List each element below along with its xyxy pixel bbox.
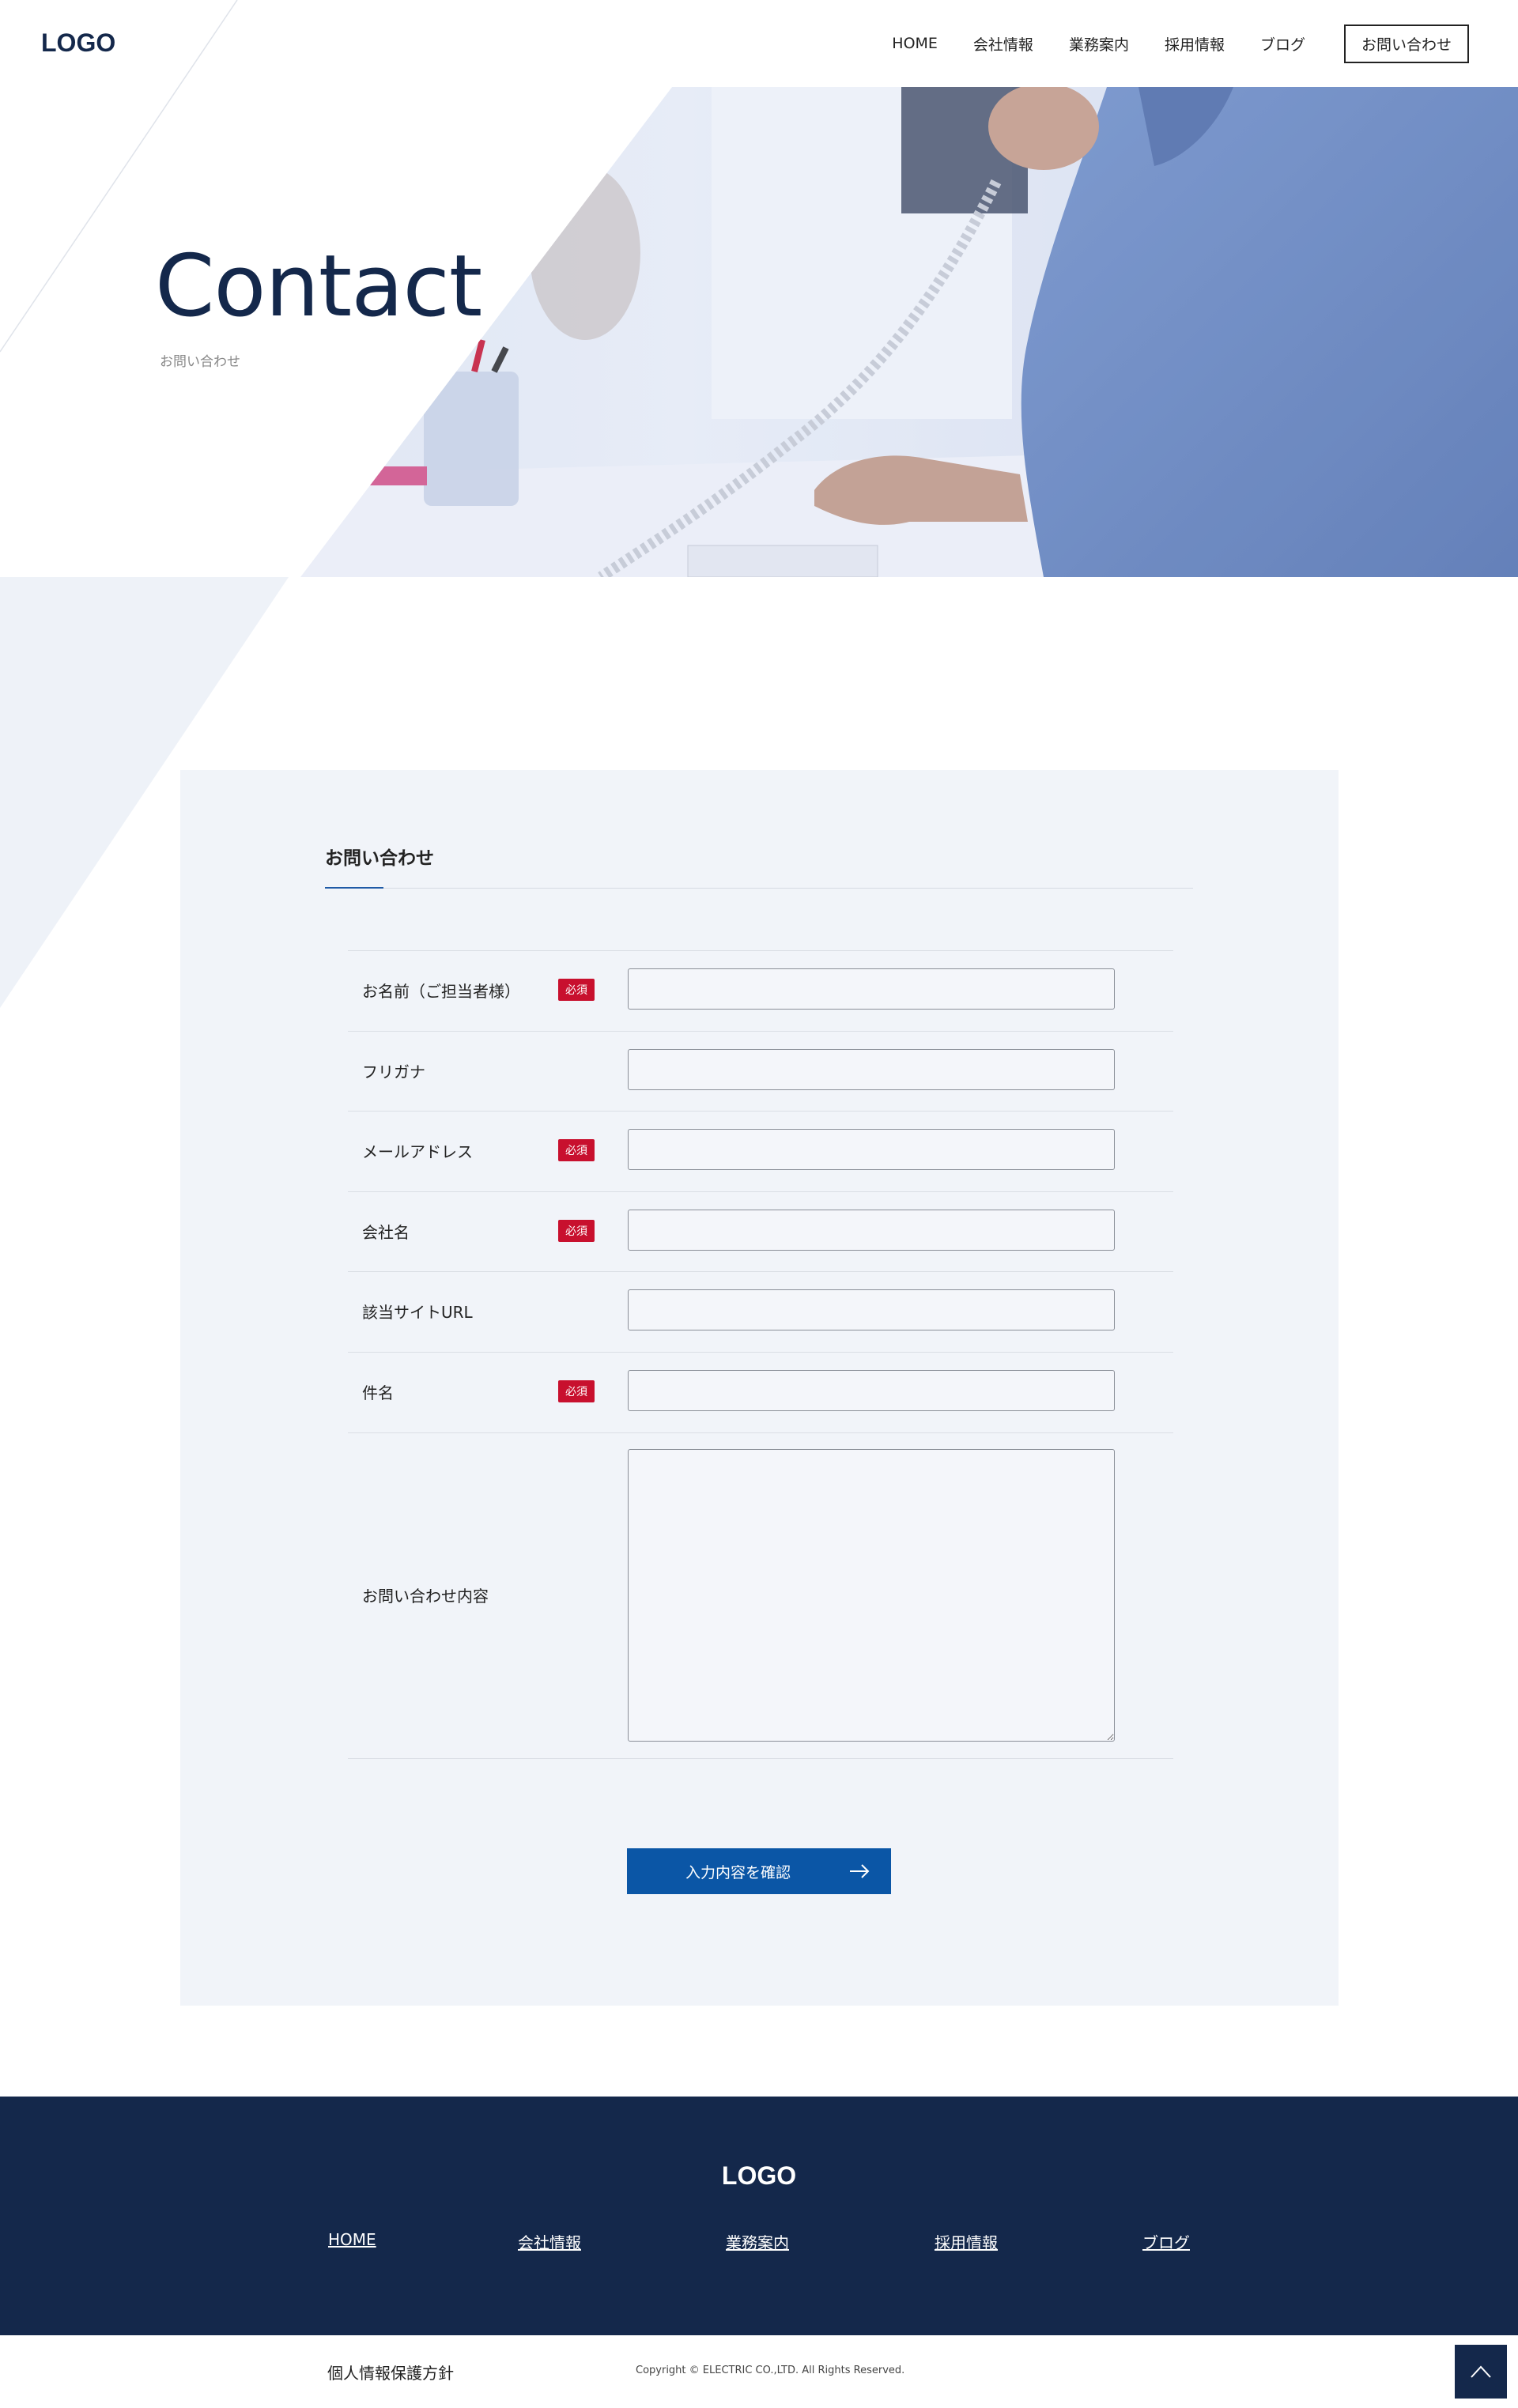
header-logo[interactable]: LOGO [41,28,115,58]
row-divider [348,1111,1173,1112]
row-divider [348,1432,1173,1433]
footer-link-company[interactable]: 会社情報 [518,2230,581,2253]
row-divider [348,1352,1173,1353]
row-divider [348,1191,1173,1192]
message-textarea[interactable] [628,1449,1115,1742]
nav-home[interactable]: HOME [892,35,938,52]
row-divider [348,1271,1173,1272]
confirm-button[interactable]: 入力内容を確認 [627,1848,891,1894]
site-url-input[interactable] [628,1289,1115,1330]
name-input[interactable] [628,968,1115,1010]
row-divider [348,1031,1173,1032]
copyright-text: Copyright © ELECTRIC CO.,LTD. All Rights… [636,2365,905,2376]
nav-company[interactable]: 会社情報 [973,33,1033,55]
footer-link-services[interactable]: 業務案内 [726,2230,789,2253]
subject-label: 件名 [362,1383,394,1402]
required-badge: 必須 [558,979,595,1001]
footer-link-home[interactable]: HOME [328,2230,376,2249]
required-badge: 必須 [558,1380,595,1402]
required-badge: 必須 [558,1139,595,1161]
form-heading: お問い合わせ [325,848,434,869]
name-label: お名前（ご担当者様） [362,982,520,1001]
site-url-label: 該当サイトURL [362,1303,473,1322]
nav-blog[interactable]: ブログ [1260,33,1305,55]
required-badge: 必須 [558,1220,595,1242]
heading-accent-line [325,887,383,889]
row-divider [348,1758,1173,1759]
footer [0,2097,1518,2335]
page-title: Contact [155,237,482,336]
nav-services[interactable]: 業務案内 [1069,33,1129,55]
email-label: メールアドレス [362,1142,473,1161]
back-to-top-button[interactable] [1455,2345,1507,2399]
row-divider [348,950,1173,951]
footer-link-recruit[interactable]: 採用情報 [935,2230,998,2253]
main-nav: HOME 会社情報 業務案内 採用情報 ブログ お問い合わせ [892,0,1518,87]
footer-logo[interactable]: LOGO [0,2161,1518,2191]
chevron-up-icon [1471,2365,1491,2378]
company-input[interactable] [628,1210,1115,1251]
heading-divider [325,888,1193,889]
privacy-policy-link[interactable]: 個人情報保護方針 [327,2361,454,2383]
email-input[interactable] [628,1129,1115,1170]
confirm-button-label: 入力内容を確認 [685,1863,791,1881]
footer-link-blog[interactable]: ブログ [1142,2230,1190,2253]
furigana-input[interactable] [628,1049,1115,1090]
company-label: 会社名 [362,1223,410,1242]
nav-recruit[interactable]: 採用情報 [1165,33,1225,55]
nav-contact-button[interactable]: お問い合わせ [1343,24,1469,63]
arrow-right-icon [850,1864,870,1878]
subject-input[interactable] [628,1370,1115,1411]
page-subtitle: お問い合わせ [160,354,240,370]
furigana-label: フリガナ [362,1062,425,1081]
message-label: お問い合わせ内容 [362,1587,489,1606]
